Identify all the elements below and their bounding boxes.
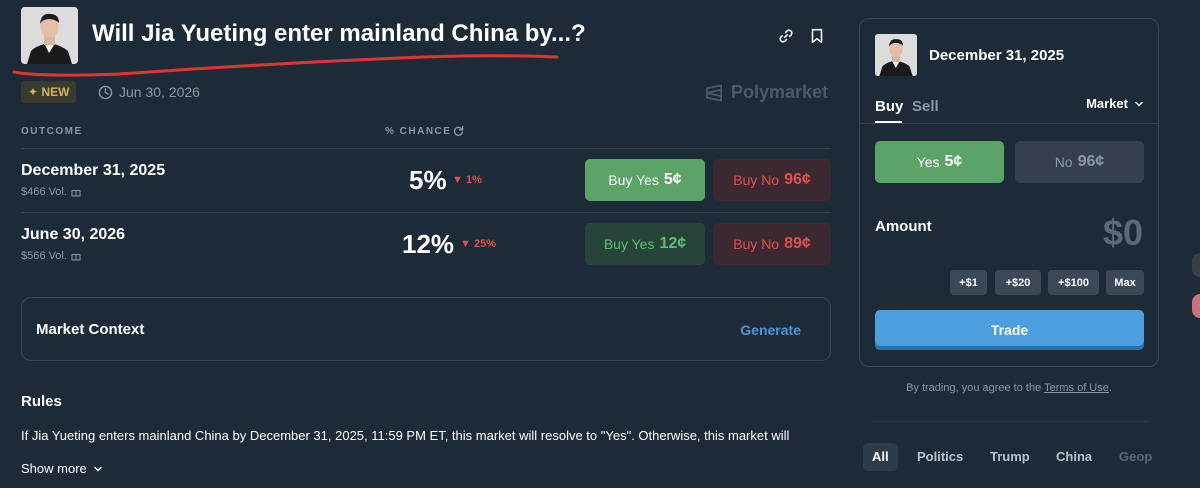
- chance-column-header: % CHANCE: [385, 126, 452, 137]
- sidebar-divider: [871, 421, 1149, 422]
- no-outcome-button[interactable]: No 96¢: [1015, 141, 1144, 183]
- chance-change: ▼ 1%: [452, 174, 482, 186]
- amount-label: Amount: [875, 218, 932, 235]
- panel-avatar: [875, 34, 917, 76]
- polymarket-mark-icon: [706, 84, 723, 101]
- rules-heading: Rules: [21, 393, 62, 410]
- table-divider: [21, 212, 831, 213]
- buy-yes-button[interactable]: Buy Yes 5¢: [585, 159, 705, 201]
- category-china[interactable]: China: [1047, 443, 1101, 471]
- panel-divider: [860, 123, 1158, 124]
- add-100-button[interactable]: +$100: [1048, 270, 1099, 295]
- buy-no-button[interactable]: Buy No 89¢: [713, 223, 831, 265]
- market-context-card: Market Context Generate: [21, 297, 831, 361]
- chevron-down-icon: [1135, 101, 1143, 107]
- outcome-date: December 31, 2025: [21, 162, 166, 179]
- polymarket-logo: Polymarket: [705, 82, 828, 103]
- tab-sell[interactable]: Sell: [912, 98, 939, 115]
- sparkle-icon: ✦: [28, 85, 39, 99]
- generate-link[interactable]: Generate: [740, 322, 801, 338]
- end-date: Jun 30, 2026: [98, 84, 200, 100]
- down-arrow-icon: ▼: [460, 238, 471, 250]
- category-geopolitics[interactable]: Geop: [1110, 443, 1161, 471]
- person-photo-icon: [875, 34, 917, 76]
- amount-input[interactable]: $0: [1103, 212, 1143, 254]
- rules-text: If Jia Yueting enters mainland China by …: [21, 428, 790, 443]
- gift-icon: [71, 254, 81, 261]
- link-icon[interactable]: [777, 26, 795, 46]
- outcome-date: June 30, 2026: [21, 226, 126, 243]
- outcome-chance: 12%: [402, 229, 455, 259]
- market-context-label: Market Context: [36, 321, 145, 338]
- tab-buy[interactable]: Buy: [875, 98, 903, 115]
- bookmark-icon[interactable]: [808, 26, 826, 46]
- market-page: Will Jia Yueting enter mainland China by…: [0, 0, 1200, 488]
- outcome-chance: 5%: [409, 165, 447, 195]
- add-1-button[interactable]: +$1: [950, 270, 987, 295]
- floating-widget-icon[interactable]: [1192, 253, 1200, 277]
- category-politics[interactable]: Politics: [908, 443, 972, 471]
- red-underline-annotation: [12, 54, 559, 77]
- terms-notice: By trading, you agree to the Terms of Us…: [906, 382, 1112, 394]
- show-more-button[interactable]: Show more: [21, 461, 103, 476]
- outcome-column-header: OUTCOME: [21, 126, 83, 137]
- trade-button[interactable]: Trade: [875, 310, 1144, 350]
- panel-title: December 31, 2025: [929, 47, 1065, 64]
- category-trump[interactable]: Trump: [981, 443, 1039, 471]
- terms-of-use-link[interactable]: Terms of Use: [1044, 382, 1109, 394]
- chevron-down-icon: [94, 466, 102, 471]
- floating-widget-icon[interactable]: [1192, 294, 1200, 318]
- gift-icon: [71, 190, 81, 197]
- max-button[interactable]: Max: [1106, 270, 1144, 295]
- table-divider: [21, 148, 831, 149]
- outcome-volume: $566 Vol.: [21, 250, 81, 262]
- buy-yes-button[interactable]: Buy Yes 12¢: [585, 223, 705, 265]
- down-arrow-icon: ▼: [452, 174, 463, 186]
- outcome-volume: $466 Vol.: [21, 186, 81, 198]
- category-all[interactable]: All: [863, 443, 898, 471]
- refresh-icon[interactable]: [452, 125, 464, 137]
- order-type-select[interactable]: Market: [1086, 96, 1144, 111]
- trade-panel: December 31, 2025 Buy Sell Market Yes 5¢…: [859, 18, 1159, 367]
- new-badge: ✦ NEW: [21, 81, 77, 103]
- yes-outcome-button[interactable]: Yes 5¢: [875, 141, 1004, 183]
- chance-change: ▼ 25%: [460, 238, 496, 250]
- buy-no-button[interactable]: Buy No 96¢: [713, 159, 831, 201]
- add-20-button[interactable]: +$20: [995, 270, 1041, 295]
- clock-icon: [98, 85, 113, 99]
